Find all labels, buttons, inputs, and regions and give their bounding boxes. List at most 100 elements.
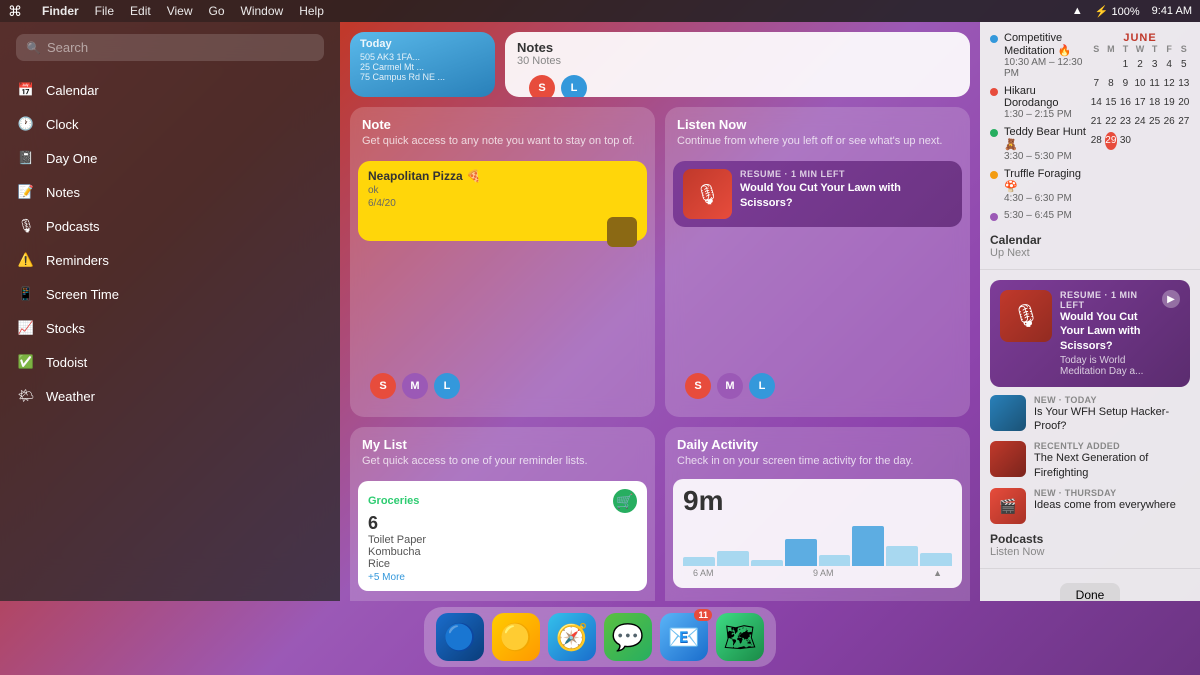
cal-event-1: Competitive Meditation 🔥 10:30 AM – 12:3… <box>990 32 1086 79</box>
rp-podcast-info-2: RECENTLY ADDED The Next Generation of Fi… <box>1034 441 1190 480</box>
rp-podcast-info-3: NEW · THURSDAY Ideas come from everywher… <box>1034 488 1176 512</box>
menu-wifi-icon[interactable]: ▲ <box>1072 5 1083 17</box>
bar-4 <box>785 539 817 566</box>
rp-podcast-list-item-1[interactable]: NEW · TODAY Is Your WFH Setup Hacker-Pro… <box>990 395 1190 434</box>
notes-icon: 📝 <box>16 182 36 202</box>
sidebar-label-calendar: Calendar <box>46 83 99 98</box>
listen-now-widget: Listen Now Continue from where you left … <box>665 107 970 417</box>
groceries-more[interactable]: +5 More <box>368 572 637 583</box>
note-card[interactable]: Neapolitan Pizza 🍕 ok 6/4/20 <box>358 161 647 241</box>
rp-featured-podcast-thumb: 🎙 <box>1000 290 1052 342</box>
menu-edit[interactable]: Edit <box>130 4 151 18</box>
calendar-icon: 📅 <box>16 80 36 100</box>
bar-5 <box>819 555 851 566</box>
dock-icon-maps[interactable]: 🗺 <box>716 613 764 661</box>
done-button[interactable]: Done <box>1060 583 1121 601</box>
rp-featured-podcast-info: RESUME · 1 MIN LEFT Would You Cut Your L… <box>1060 290 1154 377</box>
today-event-3: 75 Campus Rd NE ... <box>360 72 485 82</box>
reminders-icon: ⚠️ <box>16 250 36 270</box>
daily-activity-header: Daily Activity Check in on your screen t… <box>665 427 970 473</box>
my-list-widget: My List Get quick access to one of your … <box>350 427 655 601</box>
search-icon: 🔍 <box>26 41 41 55</box>
sidebar-item-screentime[interactable]: 📱 Screen Time <box>0 277 340 311</box>
listen-avatars: S M L <box>673 365 787 407</box>
stocks-icon: 📈 <box>16 318 36 338</box>
axis-6am: 6 AM <box>693 568 714 578</box>
dock: 🔵 🟡 🧭 💬 📧 11 🗺 <box>424 607 776 667</box>
sidebar-label-podcasts: Podcasts <box>46 219 99 234</box>
sidebar-item-reminders[interactable]: ⚠️ Reminders <box>0 243 340 277</box>
cal-event-text-1: Competitive Meditation 🔥 10:30 AM – 12:3… <box>1004 32 1086 79</box>
rp-featured-podcast[interactable]: 🎙 RESUME · 1 MIN LEFT Would You Cut Your… <box>990 280 1190 387</box>
search-bar[interactable]: 🔍 <box>16 34 324 61</box>
rp-calendar-section: Competitive Meditation 🔥 10:30 AM – 12:3… <box>980 22 1200 270</box>
menu-go[interactable]: Go <box>209 4 225 18</box>
rp-podcast-thumb-2 <box>990 441 1026 477</box>
sidebar-item-clock[interactable]: 🕐 Clock <box>0 107 340 141</box>
avatar-M-note: M <box>402 373 428 399</box>
groceries-card[interactable]: Groceries 🛒 6 Toilet Paper Kombucha Rice… <box>358 481 647 591</box>
sidebar-item-todoist[interactable]: ✅ Todoist <box>0 345 340 379</box>
rp-podcast-play-icon[interactable]: ▶ <box>1162 290 1180 308</box>
podcast-card-thumb: 🎙 <box>683 169 732 219</box>
groceries-item-kombucha: Kombucha <box>368 546 637 558</box>
cal-event-dot-4 <box>990 171 998 179</box>
groceries-item-toilet-paper: Toilet Paper <box>368 534 637 546</box>
menu-battery: ⚡ 100% <box>1095 5 1140 18</box>
cal-event-dot-1 <box>990 35 998 43</box>
today-event-2: 25 Carmel Mt ... <box>360 62 485 72</box>
listen-now-card[interactable]: 🎙 RESUME · 1 MIN LEFT Would You Cut Your… <box>673 161 962 227</box>
today-widget: Today 505 AK3 1FA... 25 Carmel Mt ... 75… <box>350 32 495 97</box>
avatar-S-listen: S <box>685 373 711 399</box>
sidebar-item-weather[interactable]: 🌤 Weather <box>0 379 340 413</box>
menu-help[interactable]: Help <box>299 4 324 18</box>
dock-icon-finder[interactable]: 🔵 <box>436 613 484 661</box>
groceries-icon: 🛒 <box>613 489 637 513</box>
rp-featured-title: Would You Cut Your Lawn with Scissors? <box>1060 310 1154 353</box>
menu-app-name[interactable]: Finder <box>42 4 79 18</box>
rp-featured-badge: RESUME · 1 MIN LEFT <box>1060 290 1154 310</box>
sidebar: 🔍 📅 Calendar 🕐 Clock 📓 Day One 📝 Notes 🎙… <box>0 22 340 601</box>
menu-clock: 9:41 AM <box>1152 5 1192 17</box>
today-label: Today <box>360 38 485 50</box>
dock-icon-messages[interactable]: 💬 <box>604 613 652 661</box>
cal-week-4: 28 29 30 <box>1090 132 1190 150</box>
bar-7 <box>886 546 918 566</box>
menu-window[interactable]: Window <box>241 4 284 18</box>
dock-icon-launchpad[interactable]: 🟡 <box>492 613 540 661</box>
todoist-icon: ✅ <box>16 352 36 372</box>
groceries-header: Groceries 🛒 <box>368 489 637 513</box>
sidebar-item-podcasts[interactable]: 🎙 Podcasts <box>0 209 340 243</box>
sidebar-label-reminders: Reminders <box>46 253 109 268</box>
dayone-icon: 📓 <box>16 148 36 168</box>
rp-cal-events-and-grid: Competitive Meditation 🔥 10:30 AM – 12:3… <box>990 32 1190 227</box>
rp-podcasts-subtitle: Listen Now <box>990 546 1190 558</box>
sidebar-item-dayone[interactable]: 📓 Day One <box>0 141 340 175</box>
menu-view[interactable]: View <box>167 4 193 18</box>
right-panel: Competitive Meditation 🔥 10:30 AM – 12:3… <box>980 22 1200 601</box>
cal-event-dot-5 <box>990 213 998 221</box>
dock-icon-safari[interactable]: 🧭 <box>548 613 596 661</box>
cal-event-text-2: Hikaru Dorodango 1:30 – 2:15 PM <box>1004 85 1086 120</box>
sidebar-item-stocks[interactable]: 📈 Stocks <box>0 311 340 345</box>
sidebar-item-notes[interactable]: 📝 Notes <box>0 175 340 209</box>
sidebar-item-calendar[interactable]: 📅 Calendar <box>0 73 340 107</box>
bot-widget-pair: My List Get quick access to one of your … <box>340 427 980 601</box>
podcast-card-title: Would You Cut Your Lawn with Scissors? <box>740 181 952 210</box>
cal-event-2: Hikaru Dorodango 1:30 – 2:15 PM <box>990 85 1086 120</box>
rp-mini-calendar: JUNE S M T W T F S 1 2 3 4 5 <box>1090 32 1190 227</box>
rp-podcast-list-item-2[interactable]: RECENTLY ADDED The Next Generation of Fi… <box>990 441 1190 480</box>
cal-week-0: 1 2 3 4 5 <box>1090 56 1190 74</box>
apple-menu-icon[interactable]: ⌘ <box>8 3 22 20</box>
cal-event-text-4: Truffle Foraging 🍄 4:30 – 6:30 PM <box>1004 168 1086 204</box>
dock-icon-mail[interactable]: 📧 11 <box>660 613 708 661</box>
search-input[interactable] <box>47 40 314 55</box>
menu-file[interactable]: File <box>95 4 114 18</box>
cal-event-text-5: 5:30 – 6:45 PM <box>1004 210 1072 221</box>
rp-podcast-list-item-3[interactable]: 🎬 NEW · THURSDAY Ideas come from everywh… <box>990 488 1190 524</box>
cal-event-3: Teddy Bear Hunt 🧸 3:30 – 5:30 PM <box>990 126 1086 162</box>
avatar-L-notes: L <box>561 75 587 97</box>
cal-event-dot-3 <box>990 129 998 137</box>
podcast-card-info: RESUME · 1 MIN LEFT Would You Cut Your L… <box>740 169 952 219</box>
rp-podcasts-title: Podcasts <box>990 532 1190 546</box>
